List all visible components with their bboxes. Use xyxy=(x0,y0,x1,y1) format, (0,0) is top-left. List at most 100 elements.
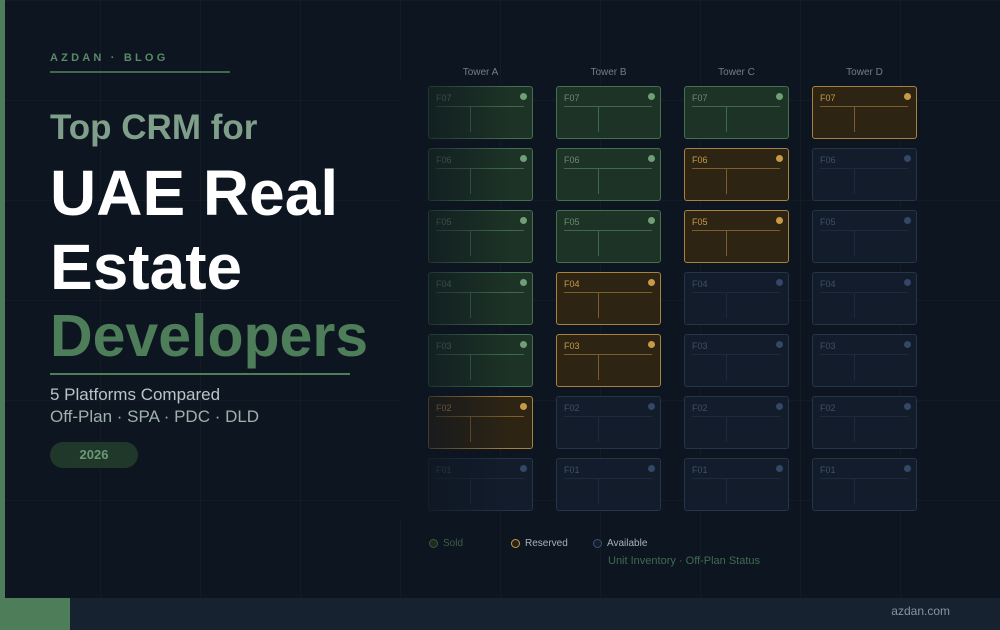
reserved-marker-icon xyxy=(511,539,520,548)
headline-line-2: UAE Real xyxy=(50,157,339,229)
unit-divider xyxy=(436,478,524,479)
status-dot-icon xyxy=(776,217,783,224)
unit-floor-label: F03 xyxy=(564,341,580,351)
unit-partition xyxy=(726,231,727,256)
footer-url: azdan.com xyxy=(891,604,950,618)
unit-floor-label: F01 xyxy=(820,465,836,475)
status-dot-icon xyxy=(648,465,655,472)
unit-floor-label: F06 xyxy=(820,155,836,165)
unit-partition xyxy=(726,293,727,318)
unit-floor-label: F01 xyxy=(692,465,708,475)
unit-divider xyxy=(820,478,908,479)
unit-floor-label: F05 xyxy=(564,217,580,227)
unit-floor-label: F04 xyxy=(692,279,708,289)
status-dot-icon xyxy=(776,155,783,162)
unit-card-reserved: F03 xyxy=(556,334,661,387)
unit-partition xyxy=(470,417,471,442)
status-dot-icon xyxy=(648,155,655,162)
unit-card-available: F04 xyxy=(812,272,917,325)
unit-divider xyxy=(564,106,652,107)
status-dot-icon xyxy=(648,217,655,224)
status-dot-icon xyxy=(776,93,783,100)
headline-line-4: Developers xyxy=(50,303,369,369)
unit-partition xyxy=(854,355,855,380)
unit-divider xyxy=(564,478,652,479)
unit-card-sold: F03 xyxy=(428,334,533,387)
unit-floor-label: F05 xyxy=(436,217,452,227)
status-dot-icon xyxy=(904,341,911,348)
unit-card-sold: F06 xyxy=(428,148,533,201)
status-dot-icon xyxy=(520,155,527,162)
unit-partition xyxy=(854,293,855,318)
unit-divider xyxy=(692,106,780,107)
headline-line-1: Top CRM for xyxy=(50,108,258,147)
unit-floor-label: F01 xyxy=(436,465,452,475)
unit-divider xyxy=(692,416,780,417)
status-dot-icon xyxy=(520,217,527,224)
unit-partition xyxy=(470,293,471,318)
unit-partition xyxy=(726,169,727,194)
unit-card-sold: F05 xyxy=(428,210,533,263)
unit-floor-label: F03 xyxy=(692,341,708,351)
subtitle-line-1: 5 Platforms Compared xyxy=(50,385,221,404)
unit-partition xyxy=(598,479,599,504)
unit-card-available: F04 xyxy=(684,272,789,325)
unit-divider xyxy=(564,230,652,231)
unit-divider xyxy=(436,106,524,107)
legend-sold-label: Sold xyxy=(443,538,464,549)
status-dot-icon xyxy=(776,279,783,286)
unit-floor-label: F04 xyxy=(564,279,580,289)
unit-card-sold: F04 xyxy=(428,272,533,325)
unit-card-available: F01 xyxy=(428,458,533,511)
status-dot-icon xyxy=(520,93,527,100)
left-accent-bar xyxy=(0,0,5,598)
unit-divider xyxy=(820,168,908,169)
unit-floor-label: F02 xyxy=(820,403,836,413)
unit-floor-label: F01 xyxy=(564,465,580,475)
unit-divider xyxy=(564,168,652,169)
unit-floor-label: F07 xyxy=(564,93,580,103)
status-dot-icon xyxy=(776,465,783,472)
unit-divider xyxy=(692,478,780,479)
unit-divider xyxy=(820,230,908,231)
unit-divider xyxy=(692,354,780,355)
unit-card-reserved: F06 xyxy=(684,148,789,201)
unit-partition xyxy=(598,231,599,256)
unit-floor-label: F05 xyxy=(692,217,708,227)
footer-accent xyxy=(0,598,70,630)
unit-partition xyxy=(470,169,471,194)
status-dot-icon xyxy=(520,341,527,348)
brand-underline xyxy=(50,71,230,73)
inventory-caption: Unit Inventory · Off-Plan Status xyxy=(608,555,761,567)
unit-partition xyxy=(470,231,471,256)
status-dot-icon xyxy=(776,403,783,410)
status-dot-icon xyxy=(776,341,783,348)
unit-floor-label: F04 xyxy=(436,279,452,289)
status-dot-icon xyxy=(904,155,911,162)
unit-divider xyxy=(436,230,524,231)
unit-divider xyxy=(564,354,652,355)
unit-floor-label: F02 xyxy=(692,403,708,413)
unit-divider xyxy=(436,168,524,169)
unit-divider xyxy=(692,292,780,293)
status-dot-icon xyxy=(520,465,527,472)
status-dot-icon xyxy=(648,93,655,100)
unit-floor-label: F06 xyxy=(436,155,452,165)
available-marker-icon xyxy=(593,539,602,548)
unit-card-reserved: F07 xyxy=(812,86,917,139)
unit-partition xyxy=(854,417,855,442)
unit-partition xyxy=(854,231,855,256)
unit-divider xyxy=(436,416,524,417)
unit-card-available: F05 xyxy=(812,210,917,263)
unit-partition xyxy=(470,355,471,380)
unit-partition xyxy=(598,107,599,132)
unit-divider xyxy=(820,354,908,355)
status-dot-icon xyxy=(520,403,527,410)
unit-partition xyxy=(726,355,727,380)
unit-floor-label: F07 xyxy=(436,93,452,103)
status-dot-icon xyxy=(904,403,911,410)
legend-available-label: Available xyxy=(607,538,648,549)
unit-card-available: F01 xyxy=(812,458,917,511)
unit-divider xyxy=(820,416,908,417)
unit-floor-label: F05 xyxy=(820,217,836,227)
